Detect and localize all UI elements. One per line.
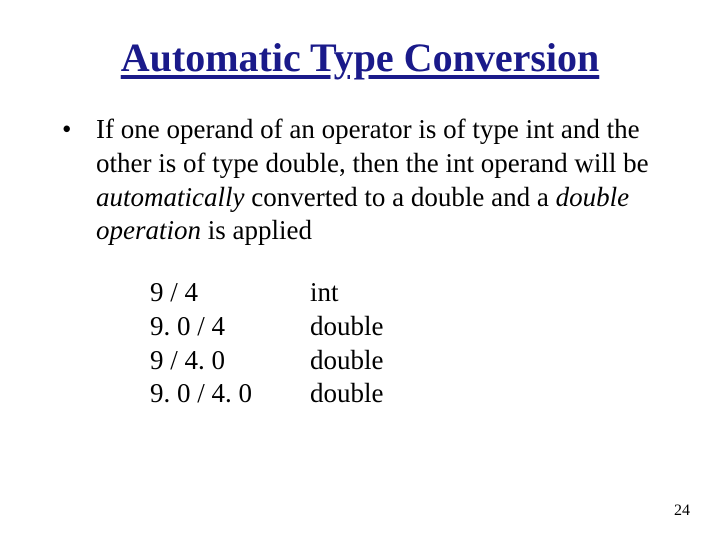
para-text: and a <box>484 182 555 212</box>
example-type: int <box>310 276 460 310</box>
example-expr: 9 / 4. 0 <box>150 344 310 378</box>
examples-col-type: int double double double <box>310 276 460 411</box>
page-number: 24 <box>674 502 690 520</box>
slide: Automatic Type Conversion • If one opera… <box>0 0 720 540</box>
para-text: is applied <box>201 215 312 245</box>
para-text: , then the <box>339 148 445 178</box>
examples-table: 9 / 4 9. 0 / 4 9 / 4. 0 9. 0 / 4. 0 int … <box>150 276 658 411</box>
slide-title: Automatic Type Conversion <box>0 0 720 81</box>
example-expr: 9 / 4 <box>150 276 310 310</box>
bullet-marker: • <box>62 113 96 248</box>
code-int: int <box>445 148 474 178</box>
bullet-item: • If one operand of an operator is of ty… <box>62 113 658 248</box>
para-text: converted to a <box>244 182 410 212</box>
bullet-text: If one operand of an operator is of type… <box>96 113 658 248</box>
code-int: int <box>526 114 555 144</box>
example-type: double <box>310 310 460 344</box>
example-type: double <box>310 344 460 378</box>
emph-automatically: automatically <box>96 182 244 212</box>
example-expr: 9. 0 / 4. 0 <box>150 377 310 411</box>
para-text: If one operand of an operator is of type <box>96 114 526 144</box>
para-text: operand will be <box>474 148 649 178</box>
code-double: double <box>265 148 339 178</box>
example-expr: 9. 0 / 4 <box>150 310 310 344</box>
examples-col-expression: 9 / 4 9. 0 / 4 9 / 4. 0 9. 0 / 4. 0 <box>150 276 310 411</box>
code-double: double <box>411 182 485 212</box>
example-type: double <box>310 377 460 411</box>
slide-body: • If one operand of an operator is of ty… <box>0 81 720 411</box>
